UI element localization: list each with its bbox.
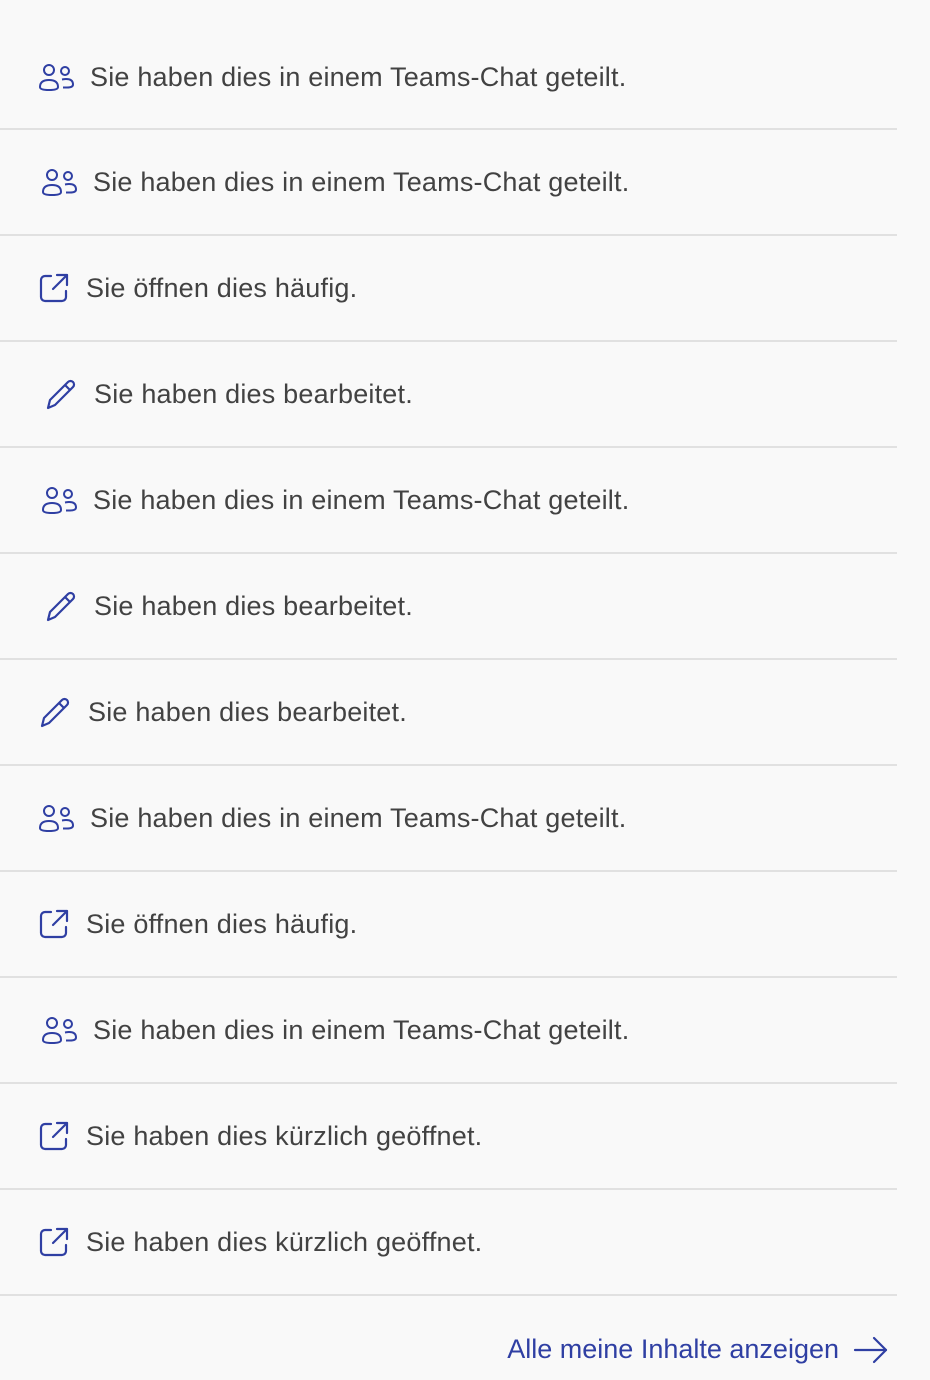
people-icon <box>38 61 74 93</box>
show-all-content-label: Alle meine Inhalte anzeigen <box>507 1334 839 1364</box>
activity-text: Sie haben dies in einem Teams-Chat getei… <box>93 1014 630 1045</box>
people-icon <box>41 484 77 516</box>
show-all-content-link[interactable]: Alle meine Inhalte anzeigen <box>507 1334 889 1365</box>
activity-text: Sie haben dies in einem Teams-Chat getei… <box>93 484 630 515</box>
activity-row: Sie haben dies in einem Teams-Chat getei… <box>0 766 897 872</box>
people-icon <box>38 802 74 834</box>
activity-row: Sie haben dies in einem Teams-Chat getei… <box>0 448 897 554</box>
activity-text: Sie haben dies in einem Teams-Chat getei… <box>93 166 630 197</box>
activity-text: Sie haben dies bearbeitet. <box>88 696 407 727</box>
activity-text: Sie haben dies bearbeitet. <box>94 378 413 409</box>
activity-text: Sie haben dies kürzlich geöffnet. <box>86 1120 483 1151</box>
activity-text: Sie öffnen dies häufig. <box>86 908 358 939</box>
open-external-icon <box>38 1120 70 1152</box>
pencil-icon <box>44 589 78 623</box>
activity-list: Sie haben dies in einem Teams-Chat getei… <box>0 0 897 1296</box>
activity-text: Sie öffnen dies häufig. <box>86 272 358 303</box>
activity-row: Sie haben dies bearbeitet. <box>0 554 897 660</box>
activity-row: Sie haben dies in einem Teams-Chat getei… <box>0 0 897 130</box>
activity-panel: Sie haben dies in einem Teams-Chat getei… <box>0 0 897 1380</box>
activity-text: Sie haben dies bearbeitet. <box>94 590 413 621</box>
arrow-right-icon <box>853 1336 889 1364</box>
people-icon <box>41 166 77 198</box>
open-external-icon <box>38 272 70 304</box>
activity-row: Sie öffnen dies häufig. <box>0 872 897 978</box>
activity-row: Sie haben dies kürzlich geöffnet. <box>0 1084 897 1190</box>
open-external-icon <box>38 908 70 940</box>
activity-text: Sie haben dies kürzlich geöffnet. <box>86 1226 483 1257</box>
activity-row: Sie haben dies in einem Teams-Chat getei… <box>0 130 897 236</box>
pencil-icon <box>38 695 72 729</box>
activity-text: Sie haben dies in einem Teams-Chat getei… <box>90 802 627 833</box>
activity-text: Sie haben dies in einem Teams-Chat getei… <box>90 61 627 92</box>
people-icon <box>41 1014 77 1046</box>
activity-row: Sie haben dies in einem Teams-Chat getei… <box>0 978 897 1084</box>
activity-row: Sie öffnen dies häufig. <box>0 236 897 342</box>
activity-row: Sie haben dies kürzlich geöffnet. <box>0 1190 897 1296</box>
activity-row: Sie haben dies bearbeitet. <box>0 660 897 766</box>
open-external-icon <box>38 1226 70 1258</box>
activity-row: Sie haben dies bearbeitet. <box>0 342 897 448</box>
pencil-icon <box>44 377 78 411</box>
